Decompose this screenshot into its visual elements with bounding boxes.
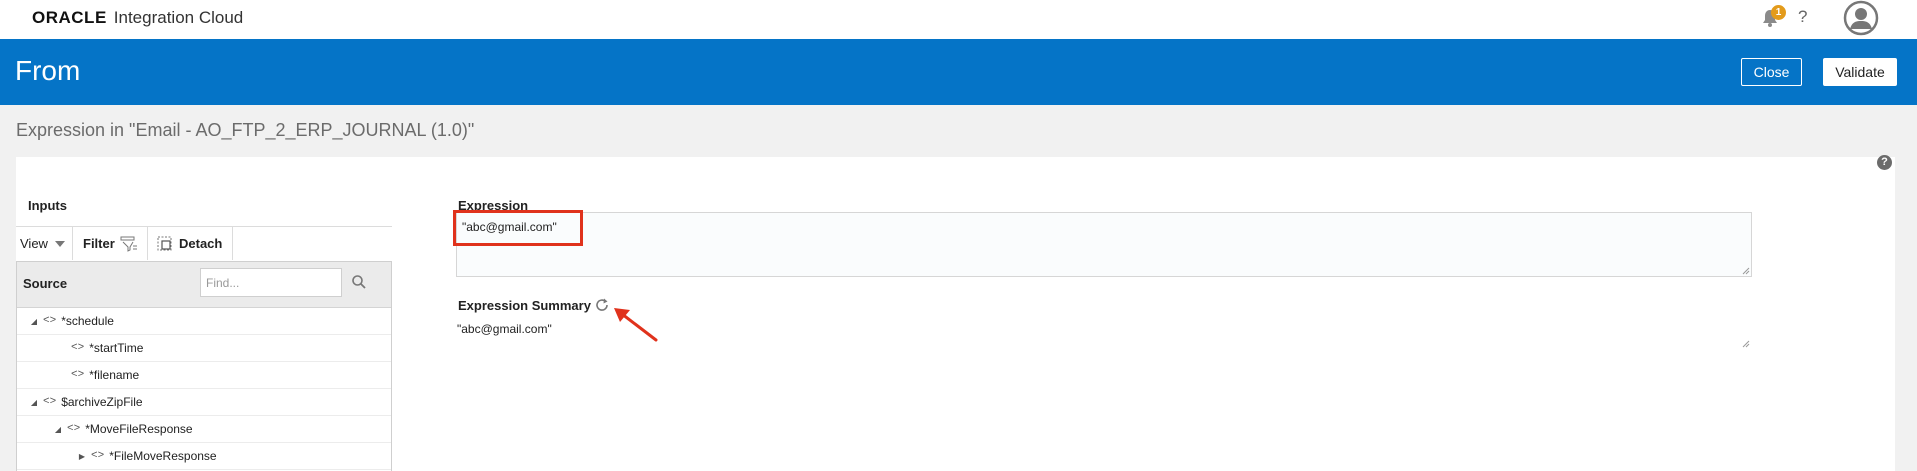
- resize-grip-icon[interactable]: [1742, 340, 1750, 348]
- brand: ORACLE Integration Cloud: [32, 8, 243, 28]
- user-avatar-icon[interactable]: [1843, 0, 1879, 36]
- detach-label: Detach: [179, 236, 223, 251]
- tree-node-label: $archiveZipFile: [61, 395, 143, 409]
- tree-node-label: *FileMoveResponse: [109, 449, 217, 463]
- expand-caret-icon[interactable]: ◢: [29, 398, 39, 407]
- code-tag-icon: <>: [43, 315, 57, 327]
- expand-caret-icon[interactable]: ◢: [53, 425, 63, 434]
- expression-summary-value: "abc@gmail.com": [457, 322, 552, 336]
- close-button[interactable]: Close: [1741, 58, 1802, 86]
- expression-editor[interactable]: [456, 212, 1752, 277]
- code-tag-icon: <>: [91, 450, 105, 462]
- tree-node-label: *startTime: [89, 341, 144, 355]
- validate-button[interactable]: Validate: [1823, 58, 1897, 86]
- expand-caret-icon[interactable]: ◢: [29, 317, 39, 326]
- source-tree: Source ◢ <> *schedule <> *startTime <> *…: [16, 261, 392, 471]
- notification-badge: 1: [1771, 5, 1786, 20]
- annotation-highlight-box: [453, 210, 583, 246]
- refresh-icon[interactable]: [594, 297, 610, 313]
- resize-grip-icon[interactable]: [1742, 267, 1750, 275]
- tree-node[interactable]: ◢ <> *schedule: [17, 308, 391, 335]
- code-tag-icon: <>: [67, 423, 81, 435]
- chevron-down-icon: [54, 240, 65, 247]
- view-menu[interactable]: View: [20, 227, 67, 260]
- app-name: Integration Cloud: [113, 8, 244, 27]
- oracle-logo: ORACLE: [32, 8, 107, 27]
- tree-node[interactable]: ▶ <> *FileMoveResponse: [17, 443, 391, 470]
- top-bar: ORACLE Integration Cloud 1 ?: [0, 0, 1917, 39]
- tree-node-label: *schedule: [61, 314, 114, 328]
- filter-label: Filter: [83, 236, 115, 251]
- tree-node[interactable]: ◢ <> *MoveFileResponse: [17, 416, 391, 443]
- source-label: Source: [23, 276, 68, 291]
- search-icon[interactable]: [351, 274, 367, 290]
- toolbar-separator: [72, 227, 73, 260]
- detach-icon: [157, 236, 172, 250]
- page-title: Expression in "Email - AO_FTP_2_ERP_JOUR…: [16, 120, 475, 140]
- tree-node[interactable]: <> *filename: [17, 362, 391, 389]
- source-tree-header: Source: [17, 262, 391, 308]
- tree-node[interactable]: ◢ <> $archiveZipFile: [17, 389, 391, 416]
- toolbar-separator: [232, 227, 233, 260]
- toolbar-separator: [147, 227, 148, 260]
- panel-help-icon[interactable]: ?: [1877, 155, 1892, 170]
- tree-node-label: *filename: [89, 368, 140, 382]
- header-title: From: [15, 55, 81, 86]
- collapse-caret-icon[interactable]: ▶: [77, 452, 87, 461]
- page-header: From Close Validate: [0, 39, 1917, 105]
- expression-summary-label: Expression Summary: [458, 298, 591, 313]
- inputs-heading: Inputs: [28, 198, 67, 213]
- filter-icon: [120, 236, 137, 252]
- code-tag-icon: <>: [71, 342, 85, 354]
- tree-node[interactable]: <> *startTime: [17, 335, 391, 362]
- help-icon[interactable]: ?: [1798, 7, 1807, 27]
- find-input[interactable]: [200, 268, 342, 297]
- view-label: View: [20, 236, 48, 251]
- tree-node-label: *MoveFileResponse: [85, 422, 193, 436]
- code-tag-icon: <>: [43, 396, 57, 408]
- code-tag-icon: <>: [71, 369, 85, 381]
- annotation-arrow: [614, 308, 658, 342]
- detach-button[interactable]: Detach: [157, 227, 222, 260]
- filter-button[interactable]: Filter: [83, 227, 138, 260]
